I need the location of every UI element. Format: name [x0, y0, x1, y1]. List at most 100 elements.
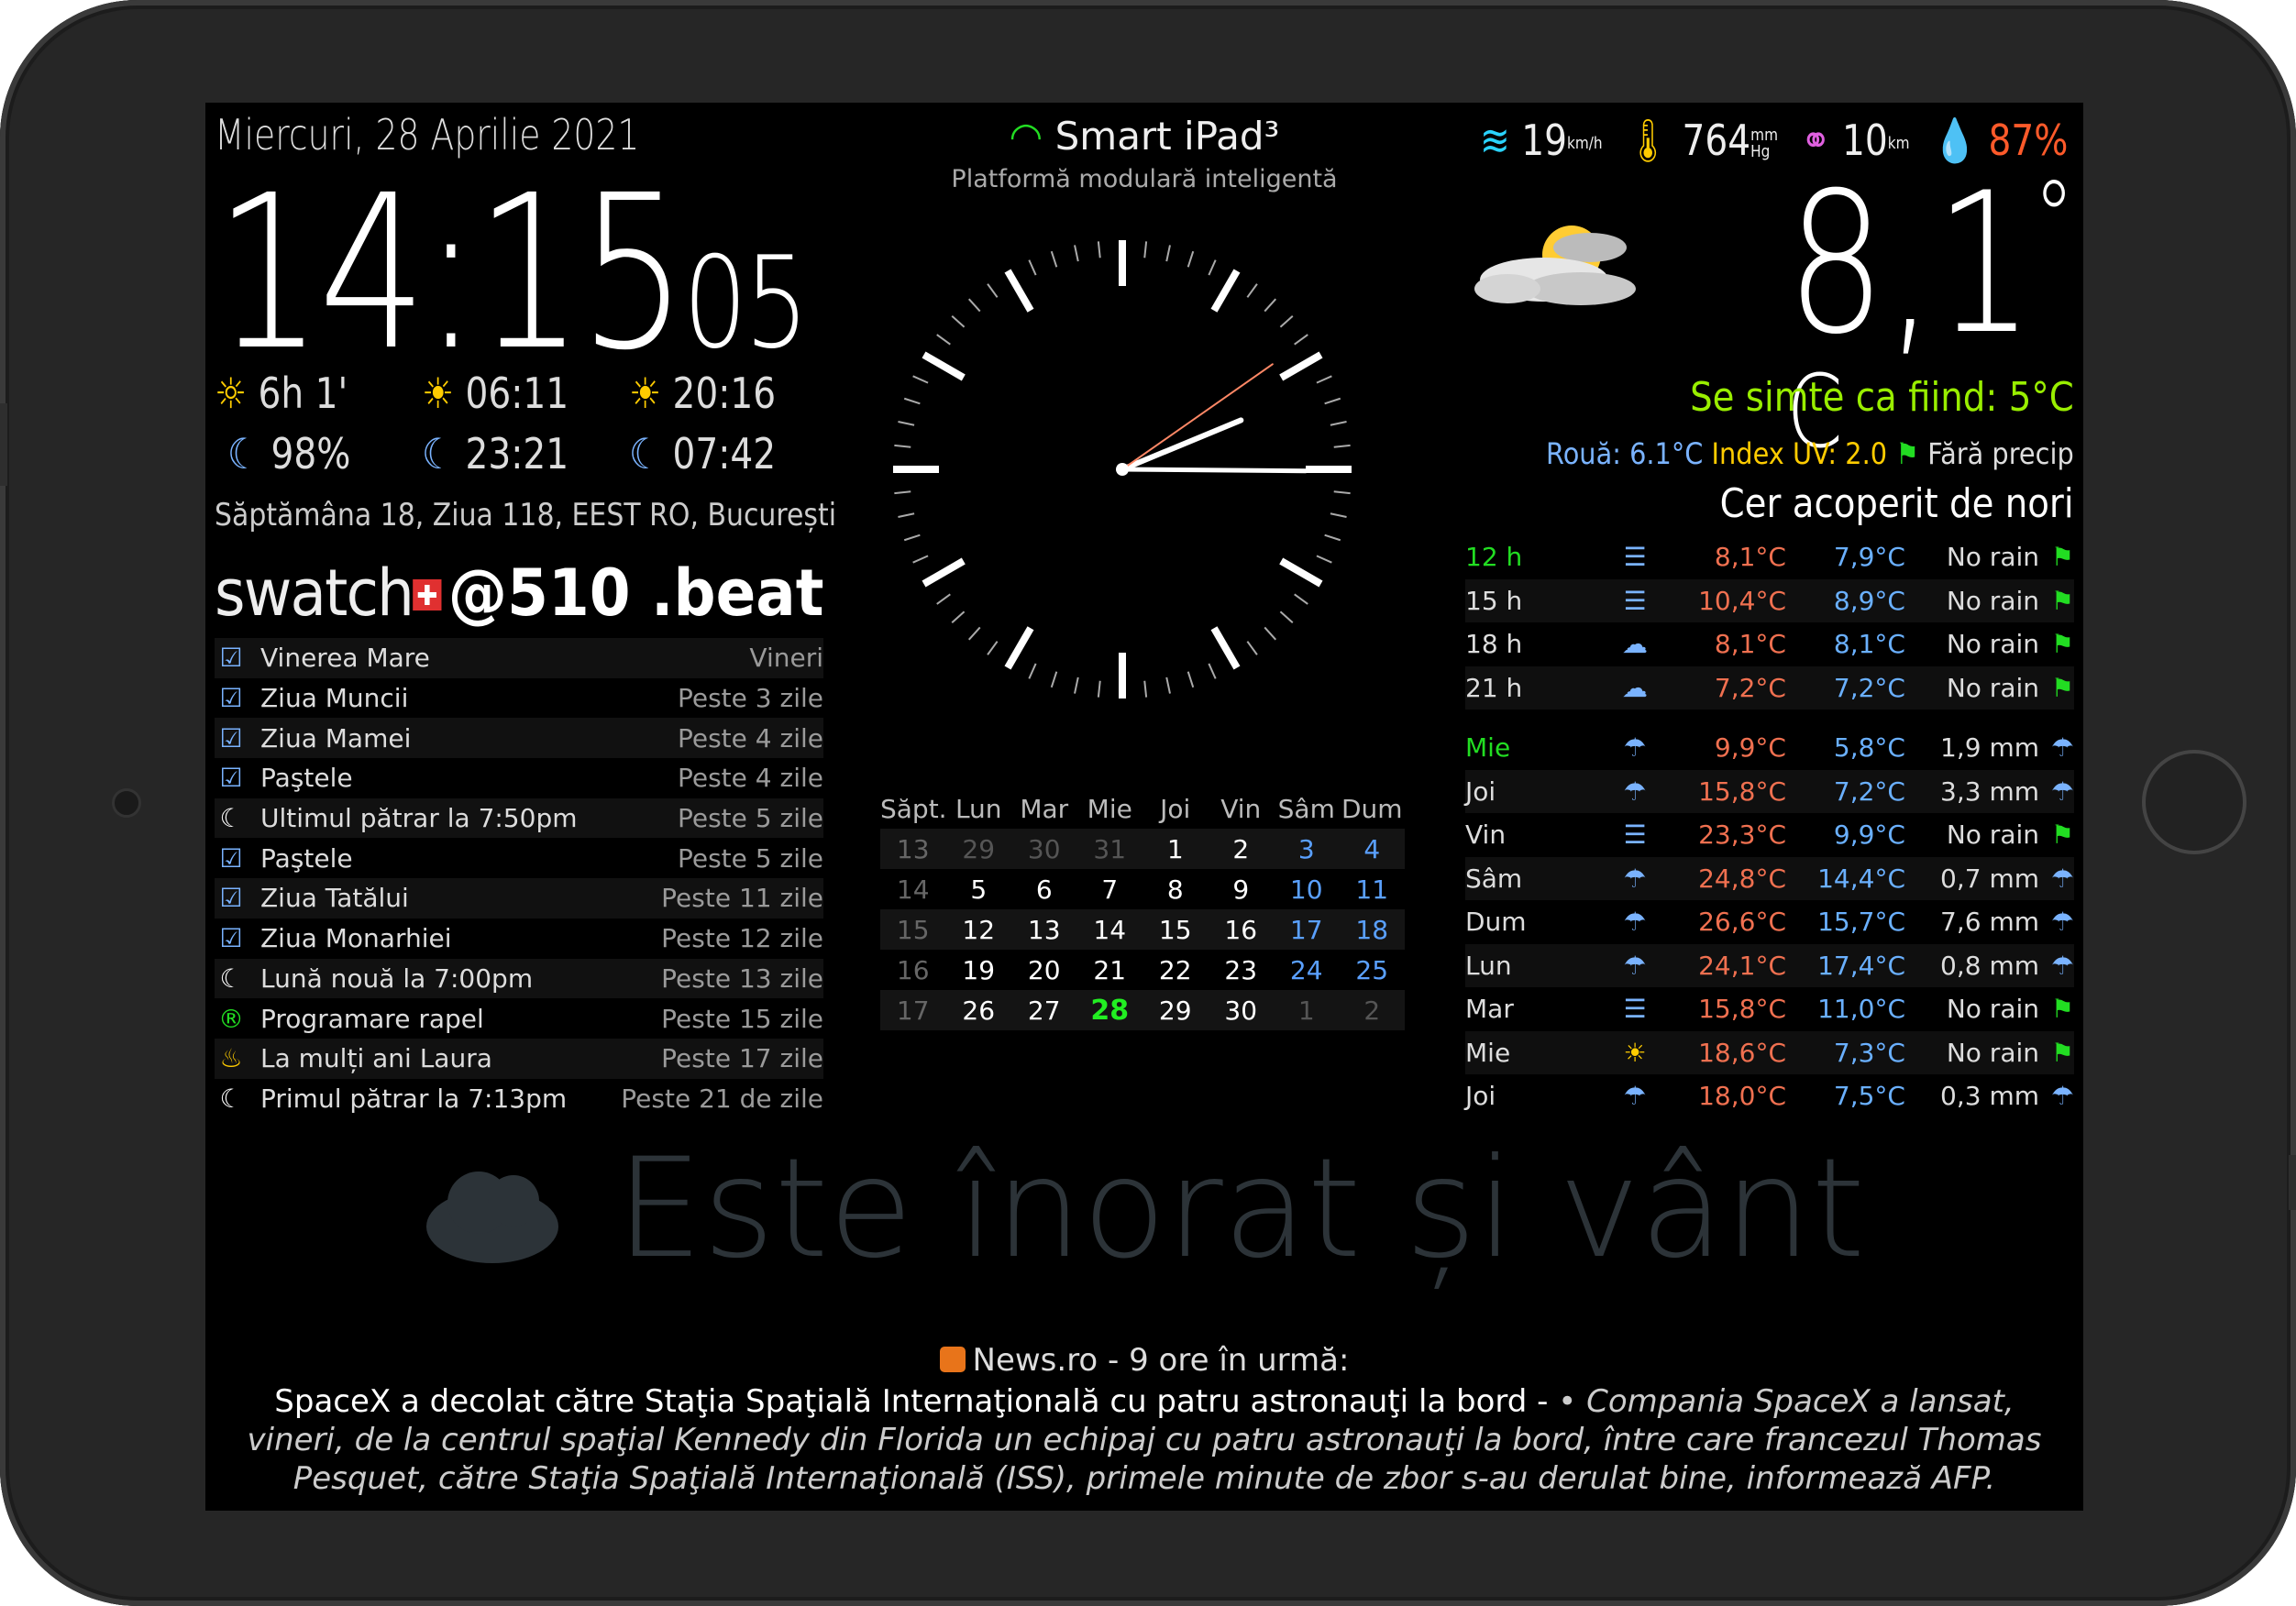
forecast-row: 21 h ☁ 7,2°C 7,2°C No rain ⚑ [1465, 666, 2074, 710]
calendar-day[interactable]: 22 [1142, 955, 1209, 985]
moon-icon: ☾ [227, 429, 260, 478]
calendar-day[interactable]: 2 [1209, 834, 1275, 864]
flag-icon: ⚑ [1895, 436, 1920, 471]
calendar-day[interactable]: 7 [1077, 874, 1143, 905]
clock-minute-hand [1120, 467, 1308, 474]
calendar-day[interactable]: 16 [1209, 915, 1275, 945]
calendar-day[interactable]: 26 [946, 996, 1012, 1026]
wind-unit: km/h [1566, 133, 1603, 153]
moon-icon: ☾ [219, 962, 243, 994]
calendar-day[interactable]: 14 [1077, 915, 1143, 945]
calendar-day[interactable]: 20 [1011, 955, 1077, 985]
clock-hour-marker [1210, 269, 1241, 313]
calendar-day[interactable]: 28 [1077, 995, 1143, 1027]
side-button [2289, 1155, 2296, 1210]
forecast-high: 15,8°C [1698, 994, 1786, 1025]
clock-hour-marker [1004, 626, 1034, 670]
forecast-label: Mie [1465, 732, 1511, 764]
calendar-day[interactable]: 29 [1142, 996, 1209, 1026]
news-ticker[interactable]: SpaceX a decolat către Staţia Spaţială I… [242, 1382, 2047, 1498]
calendar-day[interactable]: 19 [946, 955, 1012, 985]
clock-minute-marker [936, 334, 951, 346]
forecast-low: 7,9°C [1833, 542, 1905, 573]
calendar-day[interactable]: 11 [1340, 874, 1406, 905]
clock-minute-marker [912, 375, 929, 384]
week-number: 13 [896, 833, 930, 864]
clock-minute-marker [1330, 512, 1347, 518]
calendar-day[interactable]: 4 [1340, 834, 1406, 864]
forecast-label: Sâm [1465, 863, 1523, 894]
forecast-precip: 0,3 mm [1940, 1081, 2039, 1112]
event-item: ☑ Paştele Peste 4 zile [215, 758, 823, 798]
calendar-day[interactable]: 29 [946, 834, 1012, 864]
event-item: ☾ Primul pătrar la 7:13pm Peste 21 de zile [215, 1079, 823, 1119]
dew-point: Rouă: 6.1°C [1546, 436, 1704, 471]
calendar-day[interactable]: 13 [1011, 915, 1077, 945]
news-source: News.ro - 9 ore în urmă: [205, 1342, 2083, 1379]
calendar-day[interactable]: 15 [1142, 915, 1209, 945]
clock-minute-marker [951, 610, 966, 624]
swatch-logo: swatch [215, 556, 414, 631]
clock-minute-marker [1316, 375, 1332, 384]
clock-hour-marker [1279, 557, 1323, 588]
calendar-day[interactable]: 31 [1077, 834, 1143, 864]
calendar-day[interactable]: 6 [1011, 874, 1077, 905]
forecast-low: 9,9°C [1833, 820, 1905, 851]
calendar-day[interactable]: 27 [1011, 996, 1077, 1026]
forecast-high: 8,1°C [1714, 629, 1786, 660]
forecast-precip: 3,3 mm [1940, 776, 2039, 807]
calendar-day[interactable]: 1 [1274, 996, 1340, 1026]
calendar-day[interactable]: 12 [946, 915, 1012, 945]
event-when: Peste 4 zile [677, 722, 823, 754]
calendar-day[interactable]: 21 [1077, 955, 1143, 985]
home-button[interactable] [2142, 750, 2246, 854]
forecast-low: 14,4°C [1817, 863, 1905, 894]
flag-icon: ⚑ [2050, 629, 2074, 660]
forecast-low: 17,4°C [1817, 950, 1905, 981]
calendar-day[interactable]: 3 [1274, 834, 1340, 864]
forecast-label: 21 h [1465, 672, 1523, 703]
calendar-day[interactable]: 30 [1011, 834, 1077, 864]
forecast-high: 10,4°C [1698, 585, 1786, 616]
clock-minute-marker [898, 512, 915, 518]
moon-illumination: ☾ 98% [227, 429, 350, 478]
calendar-day[interactable]: 24 [1274, 955, 1340, 985]
forecast-precip: 0,8 mm [1940, 950, 2039, 981]
calendar-day[interactable]: 23 [1209, 955, 1275, 985]
volume-button [0, 403, 7, 486]
forecast-high: 15,8°C [1698, 776, 1786, 807]
wind-icon: ≋ [1480, 116, 1510, 165]
calendar-header-cell: Vin [1220, 793, 1262, 824]
clock-minute-marker [967, 626, 981, 641]
forecast-precip: No rain [1946, 672, 2039, 703]
news-headline[interactable]: SpaceX a decolat către Staţia Spaţială I… [274, 1383, 1558, 1420]
calendar-day[interactable]: 1 [1142, 834, 1209, 864]
calendar-day[interactable]: 2 [1340, 996, 1406, 1026]
calendar-day[interactable]: 9 [1209, 874, 1275, 905]
weather-condition: Cer acoperit de nori [1720, 480, 2074, 527]
beat-suffix: .beat [651, 556, 824, 631]
calendar-check-icon: ☑ [219, 683, 243, 714]
calendar-day[interactable]: 17 [1274, 915, 1340, 945]
clock-minute-marker [1097, 241, 1101, 258]
precip-status: Fără precip [1927, 436, 2074, 471]
calendar-day[interactable]: 10 [1274, 874, 1340, 905]
wind-speed: 19 [1521, 116, 1567, 165]
calendar-header-cell: Mar [1020, 793, 1069, 824]
calendar-day[interactable]: 8 [1142, 874, 1209, 905]
wifi-icon: ◠ [1009, 114, 1043, 159]
calendar-day[interactable]: 30 [1209, 996, 1275, 1026]
fog-icon: ☰ [1623, 820, 1647, 851]
app-title-text: Smart iPad³ [1054, 114, 1280, 159]
forecast-low: 7,3°C [1833, 1037, 1905, 1068]
calendar-day[interactable]: 18 [1340, 915, 1406, 945]
calendar-day[interactable]: 25 [1340, 955, 1406, 985]
weather-forecast-table: 12 h ☰ 8,1°C 7,9°C No rain ⚑ 15 h ☰ 10,4°C 8,9°C N… [1465, 535, 2074, 1118]
calendar-week: 13 29 30 31 1 2 3 4 [880, 829, 1405, 869]
calendar-events-list: ☑ Vinerea Mare Vineri ☑ Ziua Muncii Peste 3 z… [215, 638, 823, 1118]
event-item: ♨ La mulți ani Laura Peste 17 zile [215, 1038, 823, 1079]
rain-icon: ☂ [1623, 732, 1647, 764]
clock-minute-marker [1333, 444, 1351, 448]
calendar-day[interactable]: 5 [946, 874, 1012, 905]
event-when: Vineri [749, 643, 823, 674]
